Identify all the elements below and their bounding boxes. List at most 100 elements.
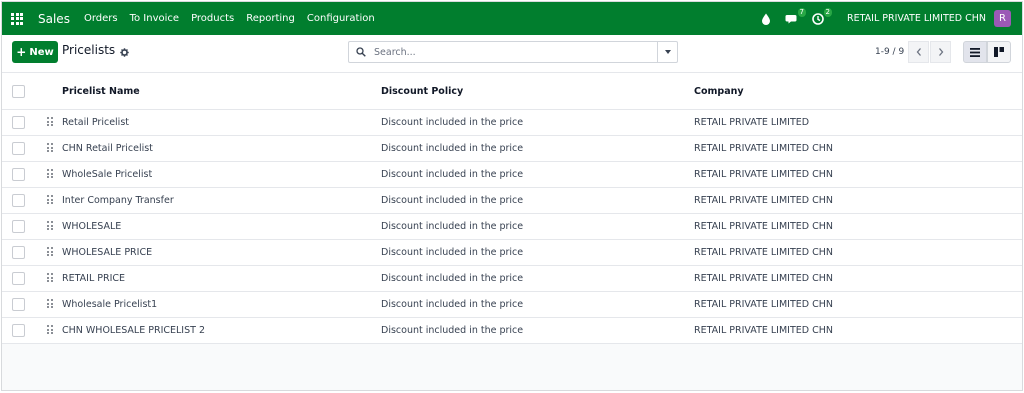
table-row[interactable]: Wholesale Pricelist1 Discount included in…	[2, 291, 1022, 318]
list-view: Pricelist Name Discount Policy Company R…	[2, 74, 1022, 390]
cell-pricelist-name[interactable]: CHN WHOLESALE PRICELIST 2	[62, 317, 381, 344]
drag-handle-icon[interactable]	[47, 325, 53, 335]
menu-to-invoice[interactable]: To Invoice	[130, 13, 179, 24]
cell-pricelist-name[interactable]: RETAIL PRICE	[62, 265, 381, 292]
table-row[interactable]: WHOLESALE PRICE Discount included in the …	[2, 239, 1022, 266]
kanban-view-button[interactable]	[987, 41, 1011, 63]
pager-previous-button[interactable]	[908, 41, 929, 63]
table-row[interactable]: WHOLESALE Discount included in the price R…	[2, 213, 1022, 240]
water-drop-icon[interactable]	[759, 12, 773, 26]
cell-discount-policy[interactable]: Discount included in the price	[381, 187, 694, 214]
caret-down-icon	[664, 50, 671, 54]
list-view-button[interactable]	[963, 41, 987, 63]
table-row[interactable]: Inter Company Transfer Discount included …	[2, 187, 1022, 214]
drag-handle-icon[interactable]	[47, 299, 53, 309]
control-panel: + New Pricelists 1-9 / 9	[2, 35, 1022, 73]
breadcrumb: Pricelists	[62, 43, 129, 57]
row-checkbox[interactable]	[12, 167, 25, 181]
cell-discount-policy[interactable]: Discount included in the price	[381, 291, 694, 318]
app-name[interactable]: Sales	[38, 12, 70, 26]
search-options-toggle[interactable]	[657, 42, 677, 62]
cell-discount-policy[interactable]: Discount included in the price	[381, 109, 694, 136]
user-avatar[interactable]: R	[994, 10, 1011, 27]
cell-pricelist-name[interactable]: WholeSale Pricelist	[62, 161, 381, 188]
chevron-right-icon	[938, 48, 943, 56]
cell-company[interactable]: RETAIL PRIVATE LIMITED CHN	[694, 161, 1022, 188]
plus-icon: +	[16, 45, 27, 59]
table-body: Retail Pricelist Discount included in the…	[2, 109, 1022, 344]
company-switcher[interactable]: RETAIL PRIVATE LIMITED CHN	[847, 13, 986, 24]
menu-reporting[interactable]: Reporting	[246, 13, 295, 24]
row-checkbox[interactable]	[12, 115, 25, 129]
column-header-discount-policy[interactable]: Discount Policy	[381, 74, 694, 110]
row-checkbox[interactable]	[12, 219, 25, 233]
row-checkbox[interactable]	[12, 323, 25, 337]
main-menu: Orders To Invoice Products Reporting Con…	[84, 13, 387, 24]
messages-badge: 7	[796, 6, 807, 18]
cell-company[interactable]: RETAIL PRIVATE LIMITED	[694, 109, 1022, 136]
table-header-row: Pricelist Name Discount Policy Company	[2, 74, 1022, 110]
pager-value[interactable]: 1-9 / 9	[875, 47, 904, 57]
cell-company[interactable]: RETAIL PRIVATE LIMITED CHN	[694, 291, 1022, 318]
drag-handle-icon[interactable]	[47, 169, 53, 179]
cell-discount-policy[interactable]: Discount included in the price	[381, 135, 694, 162]
new-button[interactable]: + New	[12, 41, 58, 63]
app-window: Sales Orders To Invoice Products Reporti…	[1, 1, 1023, 391]
table-row[interactable]: CHN WHOLESALE PRICELIST 2 Discount includ…	[2, 317, 1022, 344]
menu-configuration[interactable]: Configuration	[307, 13, 375, 24]
drag-handle-icon[interactable]	[47, 247, 53, 257]
cell-company[interactable]: RETAIL PRIVATE LIMITED CHN	[694, 135, 1022, 162]
cell-company[interactable]: RETAIL PRIVATE LIMITED CHN	[694, 239, 1022, 266]
row-checkbox[interactable]	[12, 271, 25, 285]
cell-company[interactable]: RETAIL PRIVATE LIMITED CHN	[694, 187, 1022, 214]
cell-company[interactable]: RETAIL PRIVATE LIMITED CHN	[694, 317, 1022, 344]
list-view-icon	[970, 47, 980, 57]
activities-badge: 2	[822, 6, 833, 18]
cell-discount-policy[interactable]: Discount included in the price	[381, 161, 694, 188]
drag-handle-icon[interactable]	[47, 221, 53, 231]
kanban-view-icon	[994, 47, 1004, 57]
cell-discount-policy[interactable]: Discount included in the price	[381, 265, 694, 292]
table-row[interactable]: CHN Retail Pricelist Discount included in…	[2, 135, 1022, 162]
gear-icon[interactable]	[120, 46, 129, 57]
new-button-label: New	[29, 46, 54, 58]
cell-pricelist-name[interactable]: WHOLESALE PRICE	[62, 239, 381, 266]
row-checkbox[interactable]	[12, 193, 25, 207]
drag-handle-icon[interactable]	[47, 195, 53, 205]
search-icon	[356, 47, 366, 57]
table-row[interactable]: Retail Pricelist Discount included in the…	[2, 109, 1022, 136]
cell-discount-policy[interactable]: Discount included in the price	[381, 213, 694, 240]
cell-discount-policy[interactable]: Discount included in the price	[381, 239, 694, 266]
table-row[interactable]: RETAIL PRICE Discount included in the pri…	[2, 265, 1022, 292]
drag-handle-icon[interactable]	[47, 273, 53, 283]
drag-handle-icon[interactable]	[47, 117, 53, 127]
cell-company[interactable]: RETAIL PRIVATE LIMITED CHN	[694, 213, 1022, 240]
cell-discount-policy[interactable]: Discount included in the price	[381, 317, 694, 344]
search-bar	[348, 41, 678, 63]
table-row[interactable]: WholeSale Pricelist Discount included in …	[2, 161, 1022, 188]
cell-pricelist-name[interactable]: CHN Retail Pricelist	[62, 135, 381, 162]
column-header-company[interactable]: Company	[694, 74, 1022, 110]
activities-clock-icon[interactable]: 2	[811, 6, 833, 26]
search-input[interactable]	[374, 46, 644, 58]
cell-company[interactable]: RETAIL PRIVATE LIMITED CHN	[694, 265, 1022, 292]
messages-icon[interactable]: 7	[785, 6, 807, 26]
systray: 7 2 RETAIL PRIVATE LIMITED CHN R	[759, 2, 1022, 35]
cell-pricelist-name[interactable]: Inter Company Transfer	[62, 187, 381, 214]
row-checkbox[interactable]	[12, 245, 25, 259]
chevron-left-icon	[916, 48, 921, 56]
column-header-name[interactable]: Pricelist Name	[62, 74, 381, 110]
cell-pricelist-name[interactable]: Wholesale Pricelist1	[62, 291, 381, 318]
row-checkbox[interactable]	[12, 297, 25, 311]
pager-next-button[interactable]	[930, 41, 951, 63]
menu-orders[interactable]: Orders	[84, 13, 118, 24]
page-title: Pricelists	[62, 43, 116, 57]
cell-pricelist-name[interactable]: WHOLESALE	[62, 213, 381, 240]
select-all-checkbox[interactable]	[12, 84, 25, 98]
app-grid-icon[interactable]	[11, 12, 23, 25]
row-checkbox[interactable]	[12, 141, 25, 155]
menu-products[interactable]: Products	[191, 13, 234, 24]
drag-handle-icon[interactable]	[47, 143, 53, 153]
cell-pricelist-name[interactable]: Retail Pricelist	[62, 109, 381, 136]
top-navbar: Sales Orders To Invoice Products Reporti…	[2, 2, 1022, 35]
